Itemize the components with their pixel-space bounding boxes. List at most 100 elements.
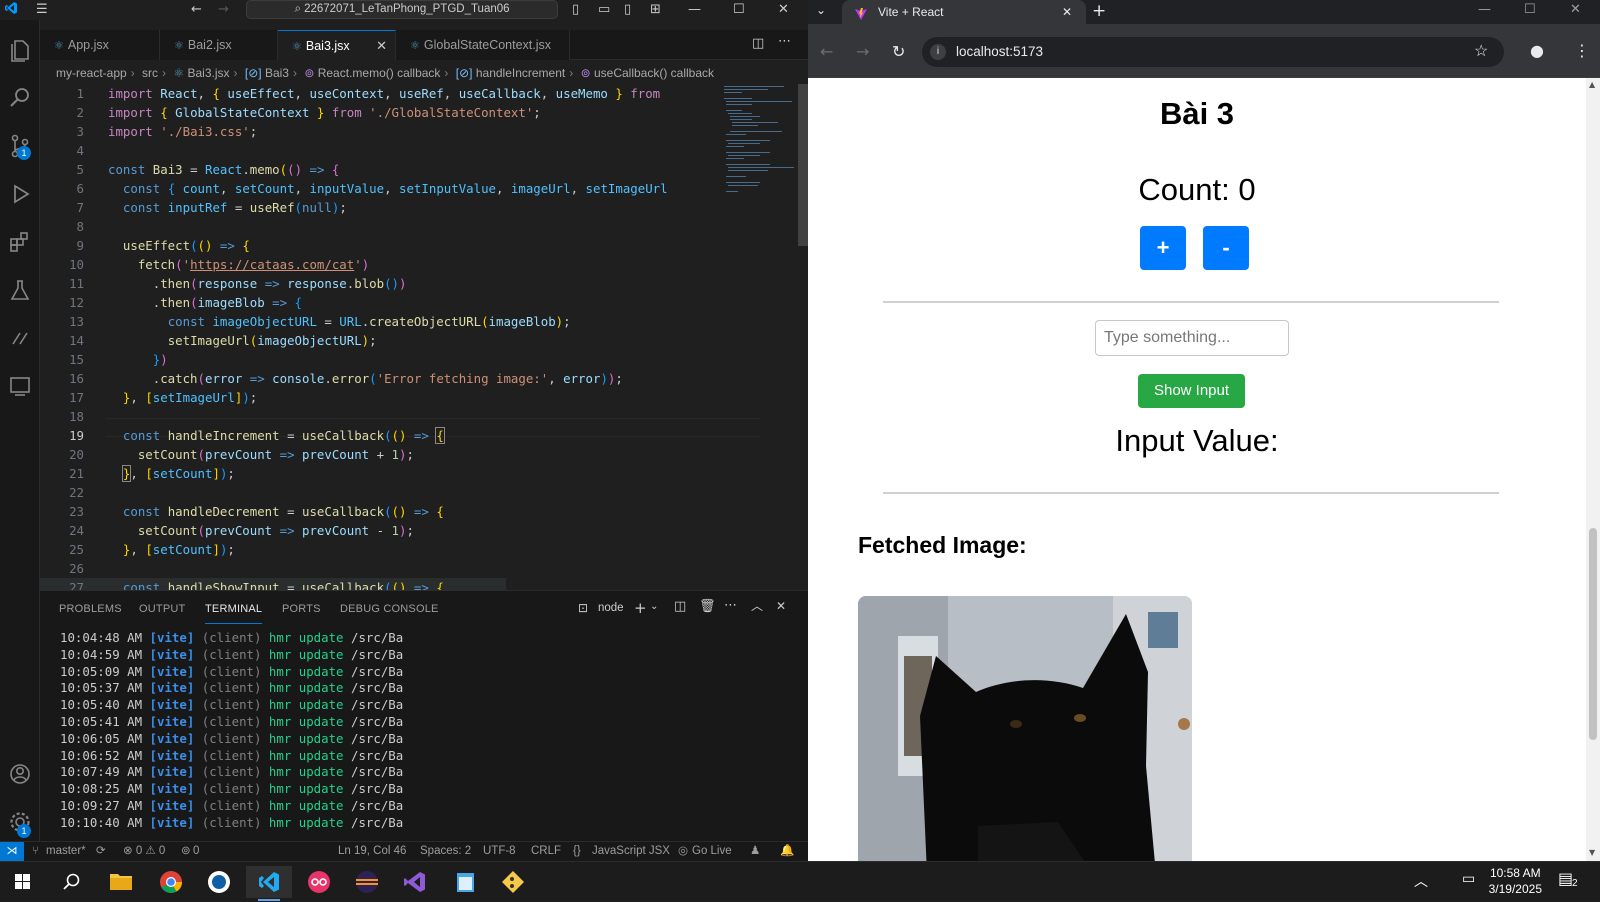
bookmark-star-icon[interactable]: ☆ (1474, 37, 1488, 67)
search-icon[interactable] (48, 866, 94, 898)
chrome-icon[interactable] (148, 866, 194, 898)
panel-tab-terminal[interactable]: TERMINAL (205, 603, 263, 624)
back-arrow-icon[interactable]: ← (191, 2, 202, 17)
editor-scrollbar[interactable] (796, 84, 808, 590)
notifications-icon[interactable]: ▤ (1558, 869, 1573, 888)
panel-tab-ports[interactable]: PORTS (282, 603, 321, 615)
breadcrumb-item[interactable]: handleIncrement (476, 66, 565, 80)
explorer-icon[interactable] (6, 36, 34, 64)
editor-scroll-thumb[interactable] (798, 84, 808, 246)
browser-menu-icon[interactable]: ⋮ (1574, 41, 1590, 60)
tab-search-icon[interactable]: ⌄ (816, 3, 826, 17)
command-center-search[interactable]: ⌕ 22672071_LeTanPhong_PTGD_Tuan06 (246, 0, 558, 19)
site-info-icon[interactable]: i (930, 44, 946, 60)
network-icon[interactable]: ▭ (1462, 871, 1475, 887)
sync-icon[interactable]: ⟳ (96, 842, 106, 861)
maximize-icon[interactable]: ☐ (1524, 2, 1536, 17)
kill-terminal-icon[interactable]: 🗑 (699, 599, 716, 614)
profile-icon[interactable]: ● (1530, 41, 1544, 60)
problems-count[interactable]: ⊗ 0 ⚠ 0 (123, 842, 165, 861)
forward-arrow-icon[interactable]: → (856, 42, 869, 61)
close-tab-icon[interactable]: ✕ (376, 31, 387, 61)
app-circle-icon[interactable] (196, 866, 242, 898)
scroll-down-icon[interactable]: ▼ (1589, 848, 1595, 857)
menu-icon[interactable]: ☰ (36, 2, 48, 17)
close-window-icon[interactable]: ✕ (778, 2, 789, 17)
tab-bai2-jsx[interactable]: ⚛ Bai2.jsx (160, 30, 278, 60)
close-panel-icon[interactable]: ✕ (776, 599, 786, 613)
extensions-icon[interactable] (6, 228, 34, 256)
minimize-icon[interactable]: — (1478, 2, 1491, 17)
new-terminal-icon[interactable]: + (634, 599, 647, 617)
more-actions-icon[interactable]: ⋯ (724, 598, 737, 613)
windows-start-icon[interactable] (0, 866, 46, 898)
panel-tab-problems[interactable]: PROBLEMS (59, 603, 122, 615)
account-icon[interactable] (6, 760, 34, 788)
terminal-view-icon[interactable] (6, 372, 34, 400)
split-editor-icon[interactable]: ◫ (752, 36, 764, 51)
close-tab-icon[interactable]: ✕ (1062, 0, 1072, 24)
cursor-position[interactable]: Ln 19, Col 46 (338, 842, 406, 861)
chevron-down-icon[interactable]: ⌄ (650, 601, 658, 612)
show-hidden-icons[interactable]: ︿ (1414, 871, 1428, 891)
breadcrumb-item[interactable]: React.memo() callback (318, 66, 441, 80)
forward-arrow-icon[interactable]: → (218, 2, 229, 17)
app-ooo-icon[interactable] (296, 866, 342, 898)
decrement-button[interactable]: - (1203, 226, 1249, 270)
search-icon[interactable] (6, 84, 34, 112)
minimize-icon[interactable]: — (688, 2, 701, 17)
indentation[interactable]: Spaces: 2 (420, 842, 471, 861)
toggle-secondary-sidebar-icon[interactable]: ▯ (624, 2, 631, 17)
notepad-icon[interactable] (442, 866, 488, 898)
breadcrumb-item[interactable]: useCallback() callback (594, 66, 714, 80)
visual-studio-icon[interactable] (392, 866, 438, 898)
show-input-button[interactable]: Show Input (1138, 374, 1245, 408)
breadcrumb-item[interactable]: src (142, 66, 158, 80)
copilot-icon[interactable]: ♟ (750, 842, 760, 861)
increment-button[interactable]: + (1140, 226, 1186, 270)
vscode-taskbar-icon[interactable] (246, 866, 292, 901)
split-terminal-icon[interactable]: ◫ (674, 599, 686, 614)
maximize-panel-icon[interactable]: ︿ (751, 597, 763, 614)
back-arrow-icon[interactable]: ← (820, 42, 833, 61)
browser-tab[interactable]: Vite + React ✕ (842, 0, 1086, 24)
file-explorer-icon[interactable] (98, 866, 144, 898)
go-live-button[interactable]: Go Live (692, 842, 732, 861)
close-window-icon[interactable]: ✕ (1570, 2, 1581, 17)
minimap[interactable] (720, 84, 796, 214)
git-branch[interactable]: master* (46, 842, 86, 861)
tab-bai3-jsx[interactable]: ⚛ Bai3.jsx ✕ (278, 30, 396, 60)
testing-icon[interactable] (6, 276, 34, 304)
toggle-sidebar-icon[interactable]: ▯ (572, 2, 579, 17)
language-mode[interactable]: JavaScript JSX (592, 842, 670, 861)
git-client-icon[interactable] (490, 866, 536, 898)
encoding[interactable]: UTF-8 (483, 842, 516, 861)
customize-layout-icon[interactable]: ⊞ (650, 2, 661, 17)
maximize-icon[interactable]: ☐ (733, 2, 745, 17)
text-input[interactable] (1095, 320, 1289, 356)
scroll-up-icon[interactable]: ▲ (1589, 80, 1595, 89)
toggle-panel-icon[interactable]: ▭ (598, 2, 610, 17)
page-scrollbar[interactable]: ▲ ▼ (1586, 78, 1600, 861)
ports-count[interactable]: 0 (193, 842, 199, 861)
reload-icon[interactable]: ↻ (892, 42, 905, 61)
taskbar-clock[interactable]: 10:58 AM 3/19/2025 (1489, 865, 1542, 897)
panel-tab-output[interactable]: OUTPUT (139, 603, 185, 615)
breadcrumb-item[interactable]: my-react-app (56, 66, 127, 80)
notifications-icon[interactable]: 🔔 (780, 842, 794, 861)
new-tab-icon[interactable]: + (1092, 1, 1106, 21)
tab-globalstatecontext-jsx[interactable]: ⚛ GlobalStateContext.jsx (396, 30, 570, 60)
code-editor[interactable]: 1 import React, { useEffect, useContext, … (40, 84, 796, 590)
eclipse-icon[interactable] (344, 866, 390, 898)
breadcrumb-item[interactable]: Bai3.jsx (187, 66, 229, 80)
remote-explorer-icon[interactable] (6, 324, 34, 352)
tab-app-jsx[interactable]: ⚛ App.jsx (40, 30, 160, 60)
address-bar[interactable]: i localhost:5173 ☆ (922, 37, 1504, 67)
panel-tab-debug-console[interactable]: DEBUG CONSOLE (340, 603, 439, 615)
eol[interactable]: CRLF (531, 842, 561, 861)
page-scroll-thumb[interactable] (1589, 528, 1597, 740)
more-actions-icon[interactable]: ⋯ (778, 34, 791, 49)
remote-icon[interactable]: ⋊ (0, 842, 24, 861)
breadcrumb-item[interactable]: Bai3 (265, 66, 289, 80)
terminal-shell-name[interactable]: node (598, 602, 624, 614)
